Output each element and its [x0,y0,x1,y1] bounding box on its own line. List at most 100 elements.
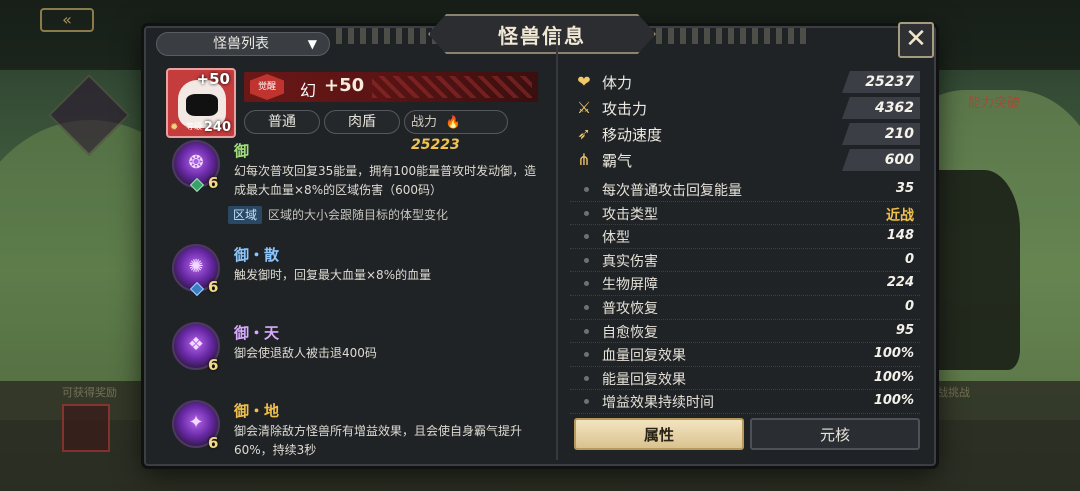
skill-name: 御・天 [234,324,280,342]
bullet-dot [584,210,589,216]
rank-banner: 觉醒 幻 +50 [244,72,538,102]
bullet-dot [584,399,589,405]
stat-value: 35 [895,181,914,196]
skill-level: 6 [208,278,219,296]
list-item: 真实伤害 0 [570,249,920,273]
heart-icon: ❤ [577,72,591,91]
type-tag-normal: 普通 [244,110,320,134]
monster-list-dropdown-label: 怪兽列表 [213,36,269,52]
stat-row-attack: ⚔ 攻击力 4362 [570,96,920,120]
tab-attributes[interactable]: 属性 [574,418,744,450]
list-item: 能量回复效果 100% [570,367,920,391]
chevron-down-icon: ▼ [307,37,317,51]
list-item: 攻击类型 近战 [570,202,920,226]
role-tag-tank: 肉盾 [324,110,400,134]
rank-banner-pattern [372,76,532,98]
stat-value: 224 [886,275,914,291]
bullet-dot [584,375,589,381]
stat-value: 95 [895,322,914,338]
monster-list-dropdown[interactable]: 怪兽列表 ▼ [156,32,330,56]
stat-value: 0 [904,251,914,267]
background-hint-left: 可获得奖励 [62,386,117,399]
stat-label: 能量回复效果 [602,371,686,388]
stat-value: 600 [842,149,920,171]
list-item: 血量回复效果 100% [570,343,920,367]
bullet-dot [584,304,589,310]
stat-label: 血量回复效果 [602,348,686,365]
stat-value: 148 [886,228,914,244]
star-icon: ✹ [170,122,179,133]
rank-name: 幻 [300,81,317,100]
combat-power-label: 战力 [411,115,438,130]
stat-value: 4362 [842,97,920,119]
list-item: 每次普通攻击回复能量 35 [570,178,920,202]
background-red-text: 能力突破 [967,96,1020,111]
list-item: 自愈恢复 95 [570,320,920,344]
stat-value: 100% [873,393,914,409]
background-reward-card [62,404,110,452]
stat-value: 100% [873,346,914,362]
stat-row-speed: ➶ 移动速度 210 [570,122,920,146]
stat-value: 210 [842,123,920,145]
skill-level: 6 [208,174,219,192]
stat-row-dominance: ⋔ 霸气 600 [570,148,920,172]
skill-description: 御会使退敌人被击退400码 [234,346,377,360]
claw-icon: ⋔ [577,150,591,169]
combat-power-value: 25223 [411,137,460,153]
stat-label: 霸气 [602,152,633,170]
column-divider [556,32,558,460]
bullet-dot [584,328,589,334]
monster-detail-column: 怪兽列表 ▼ +50 ✹ 等级 240 觉醒 幻 +50 普通 肉盾 战力 🔥 … [152,32,554,460]
stat-label: 自愈恢复 [602,324,658,341]
area-description: 区域的大小会跟随目标的体型变化 [268,208,449,222]
skill-description: 触发御时，回复最大血量×8%的血量 [234,268,432,282]
stat-row-health: ❤ 体力 25237 [570,70,920,94]
stat-value: 近战 [886,207,914,224]
stat-value: 0 [904,298,914,314]
skill-level: 6 [208,356,219,374]
monster-info-panel: 怪兽信息 ✕ 怪兽列表 ▼ +50 ✹ 等级 240 觉醒 幻 +50 普通 肉… [144,14,936,466]
bullet-dot [584,234,589,240]
skill-name: 御 [234,142,250,160]
skill-description: 幻每次普攻回复35能量，拥有100能量普攻时发动御，造成最大血量×8%的区域伤害… [234,164,537,197]
stat-label: 增益效果持续时间 [602,395,714,412]
list-item: 生物屏障 224 [570,272,920,296]
stat-label: 体型 [602,230,630,247]
skill-description: 御会清除敌方怪兽所有增益效果，且会使自身霸气提升60%，持续3秒 [234,424,523,457]
bullet-dot [584,281,589,287]
awaken-badge-icon: 觉醒 [250,74,284,100]
list-item: 普攻恢复 0 [570,296,920,320]
bullet-dot [584,257,589,263]
back-button[interactable]: « [40,8,94,32]
portrait-plus-value: +50 [196,70,230,88]
skill-name: 御・地 [234,402,280,420]
stat-label: 攻击力 [602,100,648,118]
bullet-dot [584,187,589,192]
level-label: 等级 [186,122,202,131]
stat-label: 攻击类型 [602,206,658,223]
fire-icon: 🔥 [445,115,461,129]
wing-icon: ➶ [577,124,591,143]
bullet-dot [584,352,589,358]
sword-icon: ⚔ [576,98,592,117]
attribute-column: ❤ 体力 25237 ⚔ 攻击力 4362 ➶ 移动速度 210 ⋔ 霸气 60… [564,32,932,460]
skill-level: 6 [208,434,219,452]
stat-label: 生物屏障 [602,277,658,294]
skill-name: 御・散 [234,246,280,264]
rank-plus: +50 [324,75,365,96]
tab-core[interactable]: 元核 [750,418,920,450]
list-item: 增益效果持续时间 100% [570,390,920,414]
combat-power-tag: 战力 🔥 25223 [404,110,508,153]
monster-portrait[interactable]: +50 ✹ 等级 240 [166,68,236,138]
secondary-stats-list[interactable]: 每次普通攻击回复能量 35 攻击类型 近战 体型 148 真实伤害 0 生物屏障 [570,178,920,428]
stat-label: 真实伤害 [602,253,658,270]
list-item: 体型 148 [570,225,920,249]
stat-value: 25237 [842,71,920,93]
stat-label: 体力 [602,74,633,92]
level-value: 240 [203,120,231,135]
stat-label: 普攻恢复 [602,300,658,317]
area-tag: 区域 [228,206,263,224]
stat-label: 每次普通攻击回复能量 [602,183,742,199]
stat-value: 100% [873,369,914,385]
stat-label: 移动速度 [602,126,663,144]
